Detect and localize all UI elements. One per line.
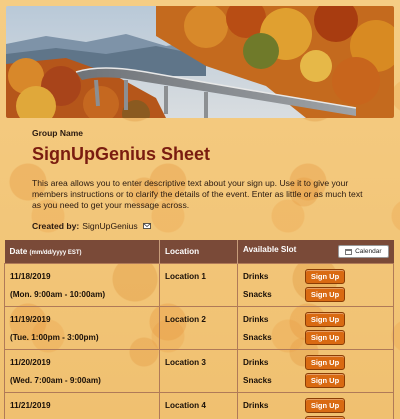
column-slot-header: Available Slot Calendar — [238, 240, 394, 264]
slot-line: Snacks Sign Up — [243, 285, 388, 303]
date-header-label: Date — [9, 247, 28, 256]
page: Group Name SignUpGenius Sheet This area … — [0, 0, 400, 419]
date-text: 11/20/2019 — [10, 357, 51, 367]
created-by-name[interactable]: SignUpGenius — [82, 221, 137, 231]
slot-name: Snacks — [243, 332, 272, 342]
slot-cell: Drinks Sign Up Snacks Sign Up — [237, 263, 394, 307]
location-cell: Location 3 — [159, 349, 238, 393]
slot-name: Drinks — [243, 400, 269, 410]
date-text: 11/19/2019 — [10, 314, 51, 324]
slot-name: Snacks — [243, 289, 272, 299]
slot-line: SnacksSign Up — [243, 414, 388, 419]
calendar-button-label: Calendar — [355, 248, 382, 255]
sign-up-button[interactable]: Sign Up — [305, 415, 345, 419]
slot-line: Drinks Sign Up — [243, 353, 388, 371]
location-text: Location 4 — [165, 400, 206, 410]
sign-up-button[interactable]: Sign Up — [305, 329, 345, 345]
slot-line: Drinks Sign Up — [243, 310, 388, 328]
sign-up-button[interactable]: Sign Up — [305, 268, 345, 284]
sign-up-button[interactable]: Sign Up — [305, 397, 345, 413]
time-text: (Mon. 9:00am - 10:00am) — [10, 289, 106, 299]
slot-cell: Drinks Sign UpSnacksSign Up — [237, 392, 394, 419]
table-row: 11/18/2019 (Mon. 9:00am - 10:00am) Locatio… — [4, 263, 394, 307]
slot-name: Drinks — [243, 271, 269, 281]
date-cell: 11/19/2019 (Tue. 1:00pm - 3:00pm) — [4, 306, 160, 350]
hero-image — [6, 6, 394, 118]
column-date-header: Date (mm/dd/yyyy EST) — [4, 240, 160, 264]
table-row: 11/21/2019 (Thurs. 11:00am - 12:01pm) Loca… — [4, 392, 394, 419]
slot-line: Drinks Sign Up — [243, 396, 388, 414]
location-cell: Location 2 — [159, 306, 238, 350]
created-by-label: Created by: — [32, 220, 80, 231]
table-row: 11/19/2019 (Tue. 1:00pm - 3:00pm) Location… — [4, 306, 394, 350]
slot-cell: Drinks Sign Up Snacks Sign Up — [237, 306, 394, 350]
calendar-icon — [345, 248, 353, 255]
slot-line: Snacks Sign Up — [243, 328, 388, 346]
signup-table: Date (mm/dd/yyyy EST) Location Available… — [4, 240, 394, 419]
date-cell: 11/18/2019 (Mon. 9:00am - 10:00am) — [4, 263, 160, 307]
calendar-button[interactable]: Calendar — [338, 245, 389, 258]
time-text: (Tue. 1:00pm - 3:00pm) — [10, 332, 99, 342]
group-name: Group Name — [32, 128, 84, 138]
location-cell: Location 1 — [159, 263, 238, 307]
sign-up-button[interactable]: Sign Up — [305, 372, 345, 388]
slot-name: Drinks — [243, 357, 269, 367]
description-text: This area allows you to enter descriptiv… — [32, 178, 363, 211]
page-title: SignUpGenius Sheet — [32, 144, 211, 164]
date-text: 11/18/2019 — [10, 271, 51, 281]
table-row: 11/20/2019 (Wed. 7:00am - 9:00am) Location… — [4, 349, 394, 393]
time-text: (Wed. 7:00am - 9:00am) — [10, 375, 101, 385]
location-text: Location 3 — [165, 357, 206, 367]
sign-up-button[interactable]: Sign Up — [305, 311, 345, 327]
location-text: Location 1 — [165, 271, 206, 281]
sign-up-button[interactable]: Sign Up — [305, 354, 345, 370]
location-text: Location 2 — [165, 314, 206, 324]
date-cell: 11/21/2019 (Thurs. 11:00am - 12:01pm) — [4, 392, 160, 419]
time-text: (Thurs. 11:00am - 12:01pm) — [10, 414, 154, 419]
slot-line: Snacks Sign Up — [243, 371, 388, 389]
slot-cell: Drinks Sign Up Snacks Sign Up — [237, 349, 394, 393]
date-cell: 11/20/2019 (Wed. 7:00am - 9:00am) — [4, 349, 160, 393]
table-header-row: Date (mm/dd/yyyy EST) Location Available… — [4, 240, 394, 264]
slot-header-label: Available Slot — [243, 245, 297, 254]
location-cell: Location 4 — [159, 392, 238, 419]
slot-name: Drinks — [243, 314, 269, 324]
sign-up-button[interactable]: Sign Up — [305, 286, 345, 302]
created-by: Created by: SignUpGenius — [32, 221, 368, 231]
mail-icon[interactable] — [142, 222, 151, 229]
date-text: 11/21/2019 — [10, 400, 51, 410]
slot-name: Snacks — [243, 375, 272, 385]
column-location-header: Location — [159, 240, 238, 264]
slot-line: Drinks Sign Up — [243, 267, 388, 285]
date-format-label: (mm/dd/yyyy EST) — [29, 250, 82, 256]
